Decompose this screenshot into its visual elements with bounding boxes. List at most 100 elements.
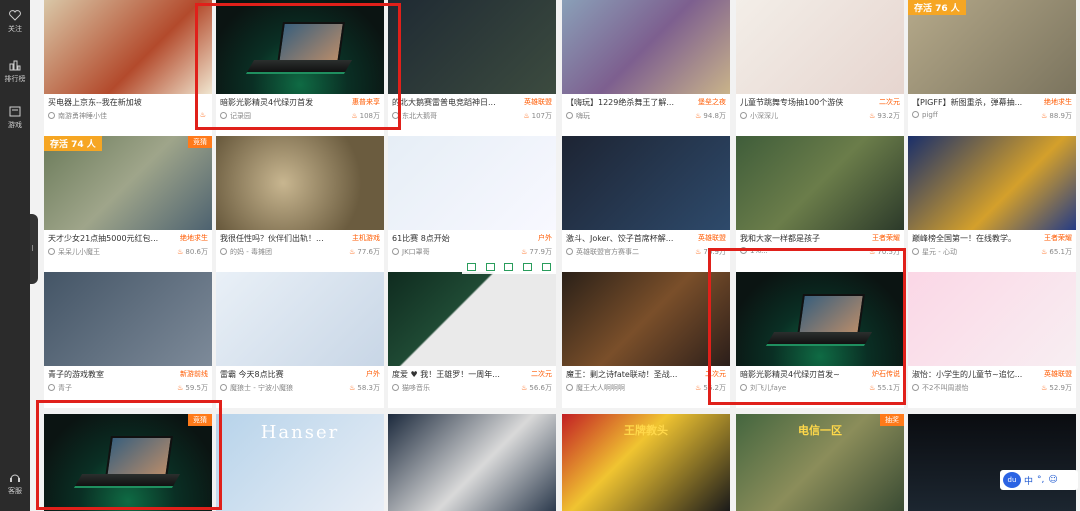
stream-thumbnail[interactable] xyxy=(388,136,556,230)
live-room-card[interactable]: 王牌教头 xyxy=(562,414,730,511)
streamer-name[interactable]: 魔王大人啊啊啊 xyxy=(566,383,676,393)
ime-toolbar[interactable]: du 中 °, ☺ xyxy=(1000,470,1078,490)
ime-emoji[interactable]: ☺ xyxy=(1048,475,1057,485)
live-room-card[interactable]: 青子的游戏教室 新游前线 青子 ♨ 59.5万 xyxy=(44,272,212,408)
stream-thumbnail[interactable]: 抽奖 电信一区 xyxy=(736,414,904,511)
room-title[interactable]: 雷霸 今天8点比赛 xyxy=(220,369,340,380)
room-title[interactable]: 魔王：剿之诗fate联动！圣战... xyxy=(566,369,686,380)
live-room-card[interactable]: 61比赛 8点开始 户外 JK口罩哥 ♨ 77.9万 xyxy=(388,136,556,272)
live-room-card[interactable]: 存活 76 人【PIGFF】新图重杀，弹幕抽... 绝地求生 pigff ♨ 88.9万 xyxy=(908,0,1076,136)
room-category[interactable]: 户外 xyxy=(366,369,380,379)
live-room-card[interactable]: 巅峰榜全国第一！在线教学。 王者荣耀 星元 - 心动 ♨ 65.1万 xyxy=(908,136,1076,272)
stream-thumbnail[interactable] xyxy=(44,0,212,94)
sidebar-item-games[interactable]: 游戏 xyxy=(0,104,30,138)
room-title[interactable]: 度爱 ♥ 我！王雄罗！一周年... xyxy=(392,369,512,380)
stream-thumbnail[interactable] xyxy=(44,272,212,366)
streamer-name[interactable]: 呆呆儿小魔王 xyxy=(48,247,158,257)
ime-punct[interactable]: °, xyxy=(1037,475,1044,485)
sidebar-collapse-handle[interactable] xyxy=(30,214,38,284)
room-title[interactable]: 我很任性吗？伙伴们出轨！... xyxy=(220,233,340,244)
streamer-name[interactable]: pigff xyxy=(912,111,1022,119)
image-icon[interactable] xyxy=(504,263,514,271)
room-title[interactable]: 巅峰榜全国第一！在线教学。 xyxy=(912,233,1032,244)
room-title[interactable]: 淑怡：小学生的儿童节~追忆... xyxy=(912,369,1032,380)
room-category[interactable]: 新游前线 xyxy=(180,369,208,379)
room-category[interactable]: 二次元 xyxy=(879,97,900,107)
room-category[interactable]: 主机游戏 xyxy=(352,233,380,243)
room-category[interactable]: 英雄联盟 xyxy=(1044,369,1072,379)
stream-thumbnail[interactable] xyxy=(388,0,556,94)
live-room-card[interactable]: Hanser xyxy=(216,414,384,511)
streamer-name[interactable]: 小深深儿 xyxy=(740,111,850,121)
stream-thumbnail[interactable] xyxy=(388,272,556,366)
room-title[interactable]: 激斗、Joker、饺子首席杯解... xyxy=(566,233,686,244)
room-category[interactable]: 绝地求生 xyxy=(1044,97,1072,107)
stream-thumbnail[interactable]: 存活 74 人 竞猜 xyxy=(44,136,212,230)
room-title[interactable]: 青子的游戏教室 xyxy=(48,369,168,380)
stream-thumbnail[interactable] xyxy=(216,136,384,230)
streamer-name[interactable]: 的妈 - 毒摊团 xyxy=(220,247,330,257)
streamer-name[interactable]: 南游勇神睡小佳 xyxy=(48,111,158,121)
live-room-card[interactable]: 度爱 ♥ 我！王雄罗！一周年... 二次元 猫哆音乐 ♨ 56.6万 xyxy=(388,272,556,408)
expand-icon[interactable] xyxy=(485,263,495,271)
sidebar-item-ranking[interactable]: 排行榜 xyxy=(0,58,30,92)
settings-icon[interactable] xyxy=(542,263,552,271)
stream-thumbnail[interactable] xyxy=(388,414,556,511)
room-title[interactable]: 【PIGFF】新图重杀，弹幕抽... xyxy=(912,97,1032,108)
room-category[interactable]: 堡垒之夜 xyxy=(698,97,726,107)
live-room-card[interactable]: 儿童节跳舞专场抽100个游侠 二次元 小深深儿 ♨ 93.2万 xyxy=(736,0,904,136)
room-category[interactable]: 英雄联盟 xyxy=(698,233,726,243)
room-category[interactable]: 王者荣耀 xyxy=(1044,233,1072,243)
live-room-card[interactable]: 的北大鹅赛雷普电竞蹈神日... 英雄联盟 东北大鹅哥 ♨ 107万 xyxy=(388,0,556,136)
room-title[interactable]: 的北大鹅赛雷普电竞蹈神日... xyxy=(392,97,512,108)
streamer-name[interactable]: 星元 - 心动 xyxy=(912,247,1022,257)
stream-thumbnail[interactable]: 王牌教头 xyxy=(562,414,730,511)
stream-thumbnail[interactable]: Hanser xyxy=(216,414,384,511)
live-room-card[interactable]: 抽奖 电信一区 xyxy=(736,414,904,511)
live-room-card[interactable]: 雷霸 今天8点比赛 户外 魔狼士 - 宁波小魔狼 ♨ 58.3万 xyxy=(216,272,384,408)
streamer-name[interactable]: 青子 xyxy=(48,383,158,393)
room-category[interactable]: 王者荣耀 xyxy=(872,233,900,243)
stream-thumbnail[interactable] xyxy=(736,0,904,94)
room-category[interactable]: 英雄联盟 xyxy=(524,97,552,107)
streamer-name[interactable]: 东北大鹅哥 xyxy=(392,111,502,121)
room-title[interactable]: 天才少女21点抽5000元红包... xyxy=(48,233,168,244)
room-title[interactable]: 儿童节跳舞专场抽100个游侠 xyxy=(740,97,860,108)
live-room-card[interactable]: 我很任性吗？伙伴们出轨！... 主机游戏 的妈 - 毒摊团 ♨ 77.6万 xyxy=(216,136,384,272)
live-room-card[interactable]: 买电器上京东--我在新加坡 南游勇神睡小佳 ♨ xyxy=(44,0,212,136)
stream-thumbnail[interactable] xyxy=(908,136,1076,230)
stream-thumbnail[interactable] xyxy=(562,0,730,94)
stream-thumbnail[interactable] xyxy=(736,136,904,230)
stream-thumbnail[interactable] xyxy=(216,272,384,366)
live-room-card[interactable] xyxy=(388,414,556,511)
streamer-name[interactable]: 不2不叫周淑怡 xyxy=(912,383,1022,393)
live-room-card[interactable]: 【嗨玩】1229绝杀舞王了解... 堡垒之夜 嗨玩 ♨ 94.8万 xyxy=(562,0,730,136)
room-category[interactable]: 二次元 xyxy=(531,369,552,379)
live-room-card[interactable]: 魔王：剿之诗fate联动！圣战... 二次元 魔王大人啊啊啊 ♨ 56.2万 xyxy=(562,272,730,408)
stream-thumbnail[interactable] xyxy=(908,272,1076,366)
room-title[interactable]: 我和大家一样都是孩子 xyxy=(740,233,860,244)
ime-mode[interactable]: 中 xyxy=(1024,474,1033,487)
live-room-card[interactable]: 存活 74 人 竞猜 天才少女21点抽5000元红包... 绝地求生 呆呆儿小魔王 ♨ 80… xyxy=(44,136,212,272)
room-title[interactable]: 61比赛 8点开始 xyxy=(392,233,512,244)
streamer-name[interactable]: 英雄联盟官方赛事二 xyxy=(566,247,676,257)
stream-thumbnail[interactable] xyxy=(908,414,1076,511)
room-title[interactable]: 买电器上京东--我在新加坡 xyxy=(48,97,168,108)
room-category[interactable]: 户外 xyxy=(538,233,552,243)
share-icon[interactable] xyxy=(523,263,533,271)
streamer-name[interactable]: JK口罩哥 xyxy=(392,247,502,257)
stream-thumbnail[interactable] xyxy=(562,136,730,230)
live-room-card[interactable] xyxy=(908,414,1076,511)
streamer-name[interactable]: 猫哆音乐 xyxy=(392,383,502,393)
room-title[interactable]: 【嗨玩】1229绝杀舞王了解... xyxy=(566,97,686,108)
live-room-card[interactable]: 激斗、Joker、饺子首席杯解... 英雄联盟 英雄联盟官方赛事二 ♨ 76.9万 xyxy=(562,136,730,272)
streamer-name[interactable]: 嗨玩 xyxy=(566,111,676,121)
stream-thumbnail[interactable]: 存活 76 人 xyxy=(908,0,1076,94)
sidebar-item-support[interactable]: 客服 xyxy=(0,470,30,504)
streamer-name[interactable]: 魔狼士 - 宁波小魔狼 xyxy=(220,383,330,393)
live-room-card[interactable]: 淑怡：小学生的儿童节~追忆... 英雄联盟 不2不叫周淑怡 ♨ 52.9万 xyxy=(908,272,1076,408)
sidebar-item-follow[interactable]: 关注 xyxy=(0,8,30,42)
bookmark-icon[interactable] xyxy=(466,263,476,271)
room-category[interactable]: 绝地求生 xyxy=(180,233,208,243)
stream-thumbnail[interactable] xyxy=(562,272,730,366)
